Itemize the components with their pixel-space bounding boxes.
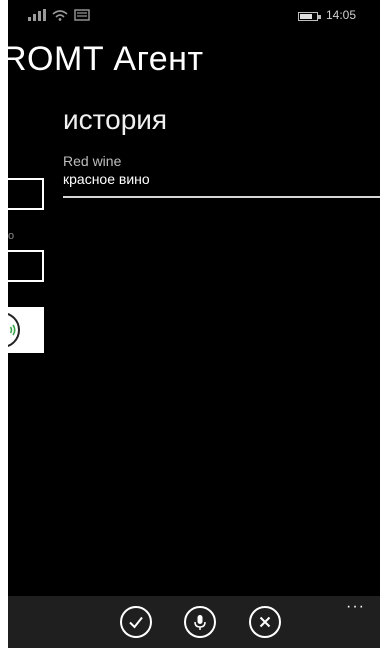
target-input[interactable] [8,250,44,282]
history-item[interactable]: Red wine красное вино [63,152,380,198]
app-bar: ··· [8,596,380,648]
cancel-button[interactable] [249,606,281,638]
clock: 14:05 [326,8,357,22]
status-icons [28,9,90,21]
status-bar: 14:05 [8,0,380,30]
message-icon [74,9,90,21]
app-title: ROMT Агент [8,40,204,78]
battery-icon [298,12,321,21]
more-options-button[interactable]: ··· [346,598,365,616]
phone-screen: 14:05 ROMT Агент история Red wine красно… [8,0,380,648]
history-target-text: красное вино [63,171,150,187]
history-source-text: Red wine [63,153,122,169]
pivot-header-history[interactable]: история [63,104,167,136]
check-icon [129,616,143,629]
source-input[interactable] [8,178,44,210]
microphone-button[interactable] [184,606,216,638]
signal-icon [28,9,46,21]
field-label: о [8,230,15,242]
speaker-icon [9,324,16,336]
wifi-icon [52,10,68,21]
speak-button[interactable] [8,307,44,353]
ok-button[interactable] [120,606,152,638]
cancel-icon [259,616,271,628]
microphone-icon [194,615,206,630]
